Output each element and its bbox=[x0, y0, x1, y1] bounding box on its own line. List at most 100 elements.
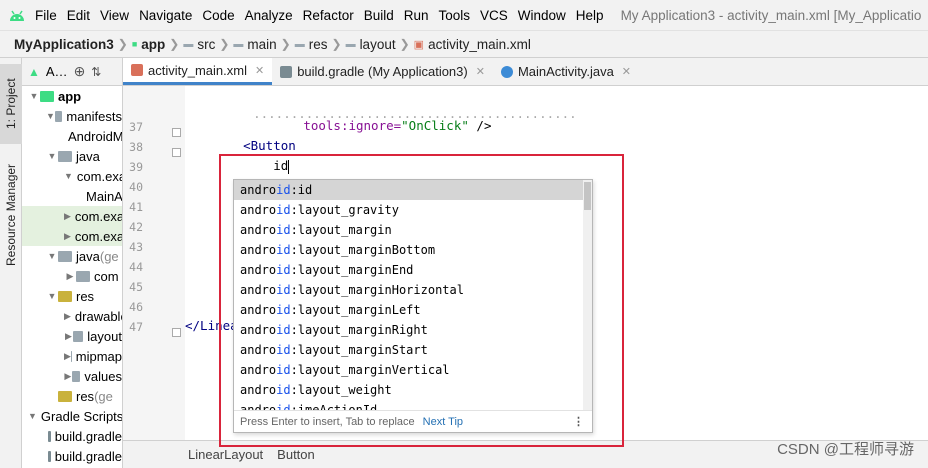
completion-suggestion[interactable]: andro id:layout_weight bbox=[234, 380, 592, 400]
expand-arrow-icon[interactable]: ▼ bbox=[46, 291, 58, 301]
collapse-arrow-icon[interactable]: ▶ bbox=[64, 331, 73, 342]
breadcrumb-item[interactable]: ▬ res bbox=[291, 37, 332, 52]
xml-layout-icon bbox=[131, 64, 143, 76]
expand-arrow-icon[interactable]: ▼ bbox=[64, 171, 73, 181]
tree-item[interactable]: ▼ java bbox=[22, 146, 122, 166]
tree-item[interactable]: build.gradle bbox=[22, 426, 122, 446]
completion-suggestion[interactable]: andro id:layout_marginEnd bbox=[234, 260, 592, 280]
tab-project[interactable]: 1: Project bbox=[0, 64, 22, 144]
tree-item-label: com.example.myapplication3 (androidTest) bbox=[74, 208, 122, 224]
code-line[interactable]: tools:ignore="OnClick" /> bbox=[213, 118, 491, 133]
next-tip-link[interactable]: Next Tip bbox=[423, 416, 463, 428]
menu-file[interactable]: File bbox=[30, 8, 62, 23]
tree-item-label: MainActivity bbox=[86, 188, 123, 204]
tree-item[interactable]: ▶com.example.myapplication3 (androidTest… bbox=[22, 206, 122, 226]
expand-arrow-icon[interactable]: ▼ bbox=[46, 111, 55, 121]
expand-arrow-icon[interactable]: ▼ bbox=[46, 251, 58, 261]
breadcrumb-label: app bbox=[141, 36, 166, 52]
menu-build[interactable]: Build bbox=[359, 8, 399, 23]
expand-arrow-icon[interactable]: ▼ bbox=[46, 151, 58, 161]
close-tab-icon[interactable]: ✕ bbox=[476, 65, 485, 78]
completion-suggestion[interactable]: andro id:layout_marginRight bbox=[234, 320, 592, 340]
xml-path-item[interactable]: LinearLayout bbox=[188, 447, 263, 462]
navigation-breadcrumb: MyApplication3 ❯ ■ app ❯ ▬ src ❯ ▬ main ❯ ▬ res ❯ ▬ lay… bbox=[0, 30, 928, 58]
close-tab-icon[interactable]: ✕ bbox=[622, 65, 631, 78]
tree-item[interactable]: ▶ layout bbox=[22, 326, 122, 346]
folder-icon: ▬ bbox=[345, 38, 356, 50]
tree-item[interactable]: build.gradle bbox=[22, 446, 122, 466]
android-view-icon[interactable]: ▲ bbox=[28, 65, 40, 79]
fold-marker-icon[interactable] bbox=[172, 148, 181, 157]
tree-item[interactable]: ▼ Gradle Scripts bbox=[22, 406, 122, 426]
menu-refactor[interactable]: Refactor bbox=[298, 8, 359, 23]
menu-view[interactable]: View bbox=[95, 8, 134, 23]
expand-arrow-icon[interactable]: ▼ bbox=[28, 411, 37, 421]
menu-analyze[interactable]: Analyze bbox=[240, 8, 298, 23]
tab-resource-manager[interactable]: Resource Manager bbox=[0, 150, 22, 280]
tree-item[interactable]: ▶ com bbox=[22, 266, 122, 286]
completion-suggestion[interactable]: andro id:layout_marginStart bbox=[234, 340, 592, 360]
code-line[interactable]: <Button bbox=[213, 138, 296, 153]
completion-suggestion[interactable]: andro id:layout_marginLeft bbox=[234, 300, 592, 320]
tree-item[interactable]: ▼ res bbox=[22, 286, 122, 306]
fold-marker-icon[interactable] bbox=[172, 328, 181, 337]
tree-item[interactable]: AndroidManifest.xml bbox=[22, 126, 122, 146]
tree-item[interactable]: ▶ drawable bbox=[22, 306, 122, 326]
expand-arrow-icon[interactable]: ▼ bbox=[28, 91, 40, 101]
tree-item[interactable]: ▶ values bbox=[22, 366, 122, 386]
code-line[interactable]: </Linea bbox=[185, 318, 238, 333]
tree-item-label: app bbox=[58, 88, 82, 104]
breadcrumb-item[interactable]: ▬ src bbox=[179, 37, 219, 52]
collapse-arrow-icon[interactable]: ▶ bbox=[64, 271, 76, 282]
menu-navigate[interactable]: Navigate bbox=[134, 8, 197, 23]
editor-tab[interactable]: build.gradle (My Application3) ✕ bbox=[272, 58, 493, 85]
tree-item[interactable]: ▼com.example.myapplication3 bbox=[22, 166, 122, 186]
menu-window[interactable]: Window bbox=[513, 8, 571, 23]
popup-scrollbar-thumb[interactable] bbox=[584, 182, 591, 210]
collapse-arrow-icon[interactable]: ▶ bbox=[64, 311, 71, 322]
suggestion-match: id bbox=[276, 383, 291, 397]
fold-marker-icon[interactable] bbox=[172, 128, 181, 137]
menu-edit[interactable]: Edit bbox=[62, 8, 95, 23]
completion-suggestion[interactable]: andro id:layout_gravity bbox=[234, 200, 592, 220]
collapse-settings-icon[interactable]: ⇅ bbox=[91, 65, 101, 79]
collapse-arrow-icon[interactable]: ▶ bbox=[64, 211, 71, 222]
menu-tools[interactable]: Tools bbox=[434, 8, 476, 23]
editor-tab[interactable]: MainActivity.java ✕ bbox=[493, 58, 639, 85]
tree-item[interactable]: ▶com.example.myapplication3 (test) bbox=[22, 226, 122, 246]
completion-suggestion[interactable]: andro id:layout_margin bbox=[234, 220, 592, 240]
completion-suggestion[interactable]: andro id:layout_marginHorizontal bbox=[234, 280, 592, 300]
popup-scrollbar[interactable] bbox=[583, 180, 592, 412]
tree-item[interactable]: res (ge bbox=[22, 386, 122, 406]
menu-vcs[interactable]: VCS bbox=[475, 8, 513, 23]
suggestion-prefix: andro bbox=[240, 283, 277, 297]
more-options-icon[interactable]: ⋮ bbox=[573, 415, 584, 428]
tree-item[interactable]: ▼ java (ge bbox=[22, 246, 122, 266]
completion-suggestion[interactable]: andro id:layout_marginBottom bbox=[234, 240, 592, 260]
completion-suggestion[interactable]: andro id:layout_marginVertical bbox=[234, 360, 592, 380]
menu-help[interactable]: Help bbox=[571, 8, 609, 23]
project-view-selector[interactable]: A… bbox=[46, 64, 68, 79]
breadcrumb-item[interactable]: ▬ layout bbox=[342, 37, 400, 52]
tree-item[interactable]: ▼ app bbox=[22, 86, 122, 106]
code-completion-popup[interactable]: andro id:id andro id:layout_gravity andro id:… bbox=[233, 179, 593, 433]
locate-target-icon[interactable]: ⊕ bbox=[74, 63, 86, 80]
tree-item[interactable]: ▶ mipmap bbox=[22, 346, 122, 366]
xml-path-item[interactable]: Button bbox=[277, 447, 315, 462]
tree-item[interactable]: MainActivity bbox=[22, 186, 122, 206]
close-tab-icon[interactable]: ✕ bbox=[255, 64, 264, 77]
collapse-arrow-icon[interactable]: ▶ bbox=[64, 231, 71, 242]
breadcrumb-item[interactable]: ■ app bbox=[128, 37, 169, 52]
menu-code[interactable]: Code bbox=[197, 8, 239, 23]
tree-item[interactable]: ▼ manifests bbox=[22, 106, 122, 126]
menu-run[interactable]: Run bbox=[399, 8, 434, 23]
line-number: 42 bbox=[129, 220, 143, 234]
breadcrumb-item[interactable]: ▣ activity_main.xml bbox=[410, 37, 535, 52]
breadcrumb-item[interactable]: MyApplication3 bbox=[10, 37, 118, 52]
completion-suggestion[interactable]: andro id:id bbox=[234, 180, 592, 200]
collapse-arrow-icon[interactable]: ▶ bbox=[64, 371, 72, 382]
editor-tab[interactable]: activity_main.xml ✕ bbox=[123, 58, 273, 85]
collapse-arrow-icon[interactable]: ▶ bbox=[64, 351, 71, 362]
breadcrumb-item[interactable]: ▬ main bbox=[229, 37, 280, 52]
code-line[interactable]: id bbox=[213, 158, 290, 174]
